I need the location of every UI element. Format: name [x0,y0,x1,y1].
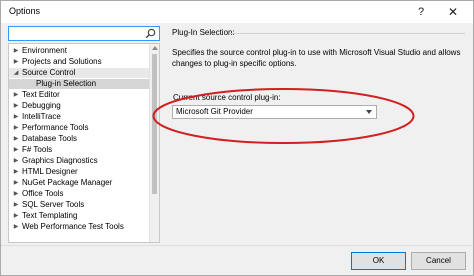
tree-item-label: Projects and Solutions [22,57,102,66]
tree-item-label: F# Tools [22,145,53,154]
tree-item[interactable]: ▶ Web Performance Test Tools [9,222,149,232]
tree-item[interactable]: ▶ HTML Designer [9,167,149,177]
tree-item[interactable]: ▶ F# Tools [9,145,149,155]
search-icon[interactable] [145,28,156,39]
help-button[interactable]: ? [410,3,432,21]
close-button[interactable]: ✕ [442,3,464,21]
expand-arrow-icon[interactable]: ◢ [12,68,20,78]
tree-item[interactable]: ▶ Text Editor [9,90,149,100]
search-box[interactable] [8,26,160,41]
tree-item-label: Plug-in Selection [36,79,97,88]
tree-item-label: Database Tools [22,134,77,143]
plugin-label: Current source control plug-in: [173,93,281,102]
scroll-up-icon[interactable] [152,46,158,50]
tree-item[interactable]: ◢ Source Control [9,68,149,78]
expand-arrow-icon[interactable]: ▶ [12,200,20,210]
tree-item-label: Graphics Diagnostics [22,156,98,165]
options-tree[interactable]: ▶ Environment ▶ Projects and Solutions ◢ Sour… [8,43,160,243]
tree-item[interactable]: ▶ Text Templating [9,211,149,221]
tree-item-label: Text Templating [22,211,78,220]
tree-item[interactable]: ▶ NuGet Package Manager [9,178,149,188]
expand-arrow-icon[interactable]: ▶ [12,57,20,67]
tree-item-label: IntelliTrace [22,112,61,121]
tree-item-label: SQL Server Tools [22,200,85,209]
expand-arrow-icon[interactable]: ▶ [12,178,20,188]
tree-scrollbar[interactable] [149,44,159,242]
expand-arrow-icon[interactable]: ▶ [12,167,20,177]
tree-item[interactable]: ▶ Graphics Diagnostics [9,156,149,166]
dialog-footer: OK Cancel [1,245,473,275]
tree-item[interactable]: ▶ Database Tools [9,134,149,144]
expand-arrow-icon[interactable]: ▶ [12,112,20,122]
tree-item[interactable]: ▶ Environment [9,46,149,56]
tree-item-label: Debugging [22,101,61,110]
section-divider [229,33,465,34]
tree-item[interactable]: ▶ Projects and Solutions [9,57,149,67]
expand-arrow-icon[interactable]: ▶ [12,222,20,232]
tree-item[interactable]: ▶ Office Tools [9,189,149,199]
cancel-button[interactable]: Cancel [411,252,466,270]
tree-item-label: Office Tools [22,189,64,198]
options-dialog: Options ? ✕ ▶ Environment ▶ Projects and So… [0,0,474,276]
tree-item-label: Source Control [22,68,76,77]
expand-arrow-icon[interactable]: ▶ [12,101,20,111]
tree-item-label: NuGet Package Manager [22,178,113,187]
expand-arrow-icon[interactable]: ▶ [12,90,20,100]
plugin-dropdown-value: Microsoft Git Provider [176,107,253,116]
tree-item-label: Text Editor [22,90,60,99]
tree-item[interactable]: Plug-in Selection [9,79,149,89]
tree-item-label: HTML Designer [22,167,78,176]
tree-item[interactable]: ▶ Performance Tools [9,123,149,133]
scroll-thumb[interactable] [152,54,157,194]
plugin-dropdown[interactable]: Microsoft Git Provider [172,105,377,119]
expand-arrow-icon[interactable]: ▶ [12,145,20,155]
expand-arrow-icon[interactable]: ▶ [12,46,20,56]
expand-arrow-icon[interactable]: ▶ [12,189,20,199]
expand-arrow-icon[interactable]: ▶ [12,134,20,144]
ok-button[interactable]: OK [351,252,406,270]
expand-arrow-icon[interactable]: ▶ [12,123,20,133]
tree-item[interactable]: ▶ SQL Server Tools [9,200,149,210]
title-bar[interactable]: Options ? ✕ [1,1,473,23]
tree-item[interactable]: ▶ IntelliTrace [9,112,149,122]
expand-arrow-icon[interactable]: ▶ [12,211,20,221]
window-title: Options [9,6,41,16]
chevron-down-icon[interactable] [366,110,372,114]
description-text: Specifies the source control plug-in to … [172,48,461,68]
tree-item-label: Performance Tools [22,123,89,132]
expand-arrow-icon[interactable]: ▶ [12,156,20,166]
tree-item-label: Environment [22,46,67,55]
section-title: Plug-In Selection: [172,28,235,37]
search-input[interactable] [11,28,139,39]
tree-item-label: Web Performance Test Tools [22,222,124,231]
tree-item[interactable]: ▶ Debugging [9,101,149,111]
